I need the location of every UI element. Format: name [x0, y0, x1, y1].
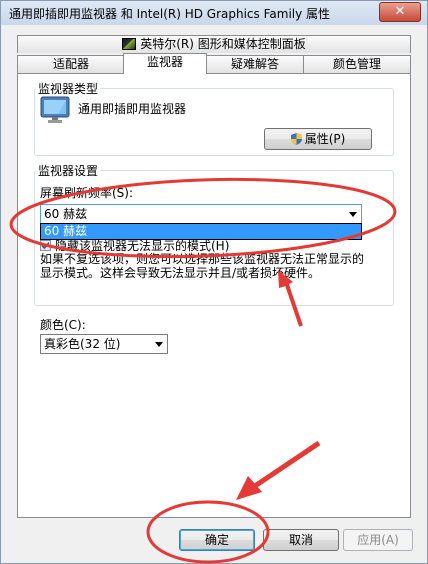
- warning-text: 如果不复选该项，则您可以选择那些该监视器无法正常显示的 显示模式。这样会导致无法…: [40, 252, 376, 280]
- warning-line-2: 显示模式。这样会导致无法显示并且/或者损坏硬件。: [40, 266, 321, 280]
- color-select[interactable]: 真彩色(32 位): [40, 334, 168, 354]
- warning-line-1: 如果不复选该项，则您可以选择那些该监视器无法正常显示的: [40, 252, 365, 266]
- monitor-tab-panel: 监视器类型 通用即插即用监视器 属性(P) 监视器设置 屏幕刷新频率(S): 6…: [17, 73, 411, 518]
- refresh-rate-value: 60 赫兹: [44, 207, 88, 221]
- chevron-down-icon: [155, 342, 163, 347]
- intel-graphics-icon: [122, 38, 137, 50]
- tab-monitor-label: 监视器: [146, 55, 183, 69]
- close-icon: ✕: [394, 4, 406, 19]
- monitor-name: 通用即插即用监视器: [78, 102, 187, 116]
- uac-shield-icon: [290, 133, 302, 145]
- cancel-button-label: 取消: [288, 533, 313, 547]
- apply-button[interactable]: 应用(A): [343, 529, 413, 551]
- color-label: 颜色(C):: [40, 318, 86, 332]
- refresh-rate-dropdown-list: 60 赫兹: [40, 223, 362, 240]
- chevron-down-icon: [349, 212, 357, 217]
- tab-adapter[interactable]: 适配器: [17, 55, 125, 73]
- checkmark-icon: [41, 241, 50, 250]
- tab-color-management-label: 颜色管理: [332, 57, 381, 71]
- color-value: 真彩色(32 位): [44, 337, 121, 351]
- ok-button[interactable]: 确定: [179, 529, 255, 551]
- apply-button-label: 应用(A): [357, 533, 399, 547]
- window-title: 通用即插即用监视器 和 Intel(R) HD Graphics Family …: [9, 7, 331, 21]
- tab-troubleshoot-label: 疑难解答: [230, 57, 279, 71]
- refresh-rate-select[interactable]: 60 赫兹: [40, 204, 362, 224]
- properties-button[interactable]: 属性(P): [264, 128, 372, 150]
- cancel-button[interactable]: 取消: [263, 529, 339, 551]
- properties-dialog: 通用即插即用监视器 和 Intel(R) HD Graphics Family …: [0, 0, 428, 564]
- monitor-icon: [40, 96, 70, 123]
- close-button[interactable]: ✕: [379, 2, 421, 22]
- refresh-rate-option[interactable]: 60 赫兹: [41, 224, 361, 239]
- properties-button-label: 属性(P): [304, 132, 346, 146]
- refresh-rate-label: 屏幕刷新频率(S):: [40, 186, 134, 200]
- tab-intel-graphics[interactable]: 英特尔(R) 图形和媒体控制面板: [17, 35, 411, 53]
- tab-adapter-label: 适配器: [52, 57, 89, 71]
- tab-intel-graphics-label: 英特尔(R) 图形和媒体控制面板: [140, 37, 306, 51]
- tab-monitor[interactable]: 监视器: [123, 53, 207, 74]
- tab-troubleshoot[interactable]: 疑难解答: [205, 55, 305, 73]
- monitor-settings-label: 监视器设置: [36, 162, 101, 179]
- hide-modes-checkbox[interactable]: [40, 240, 51, 251]
- title-bar[interactable]: 通用即插即用监视器 和 Intel(R) HD Graphics Family …: [1, 1, 427, 25]
- ok-button-label: 确定: [204, 533, 229, 547]
- tab-color-management[interactable]: 颜色管理: [303, 55, 411, 73]
- monitor-type-label: 监视器类型: [36, 80, 101, 97]
